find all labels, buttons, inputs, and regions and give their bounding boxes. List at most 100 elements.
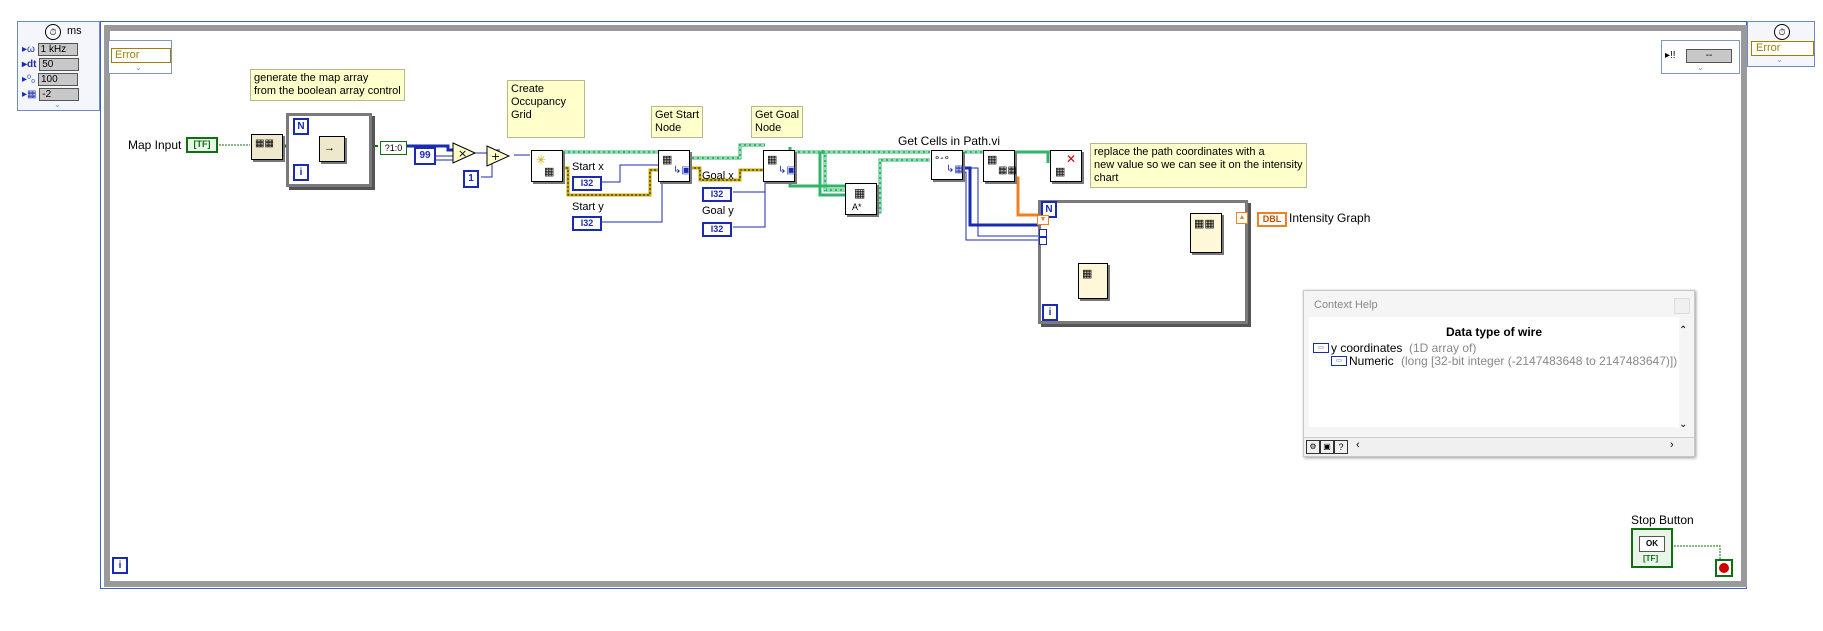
start-x-terminal[interactable]: I32 <box>572 176 602 191</box>
note-start-node: Get Start Node <box>651 106 704 138</box>
wire-stop <box>1671 545 1721 565</box>
add-node[interactable]: + <box>486 145 510 167</box>
scroll-up-icon[interactable]: ⌃ <box>1679 325 1687 336</box>
scroll-down-icon[interactable]: ⌄ <box>1679 419 1687 430</box>
bool-to-int-node[interactable]: ?1:0 <box>380 141 407 155</box>
close-icon: ✕ <box>1066 152 1077 166</box>
wire-dbl-1 <box>1010 176 1038 217</box>
wire-goaly <box>733 175 766 228</box>
tf-text: TF <box>196 139 208 149</box>
index-icon: → <box>324 142 335 154</box>
help-line1-name: y coordinates <box>1331 341 1403 355</box>
close-button[interactable] <box>1674 298 1690 314</box>
astar-icon: A* <box>852 202 862 212</box>
lock-icon[interactable]: ⚙ <box>1306 440 1320 454</box>
goal-y-terminal[interactable]: I32 <box>702 222 732 237</box>
node-icon: ↳▣ <box>673 165 691 176</box>
array-icon: ▦▦ <box>255 138 274 149</box>
stop-button-label: Stop Button <box>1631 513 1694 527</box>
shift-register-right[interactable]: ▲ <box>1236 212 1248 224</box>
tf-badge: [TF] <box>1643 554 1659 563</box>
map-input-terminal[interactable]: [TF] <box>186 137 218 153</box>
help-line2-name: Numeric <box>1349 354 1394 368</box>
auto-index-tunnel <box>1039 237 1047 245</box>
array-size-vi[interactable]: ▦▦ <box>251 134 283 160</box>
start-y-terminal[interactable]: I32 <box>572 216 602 231</box>
goal-x-terminal[interactable]: I32 <box>702 187 732 202</box>
get-cells-label: Get Cells in Path.vi <box>898 134 1001 148</box>
ok-text: OK <box>1646 539 1658 548</box>
path-icon: ∘-∘ <box>934 153 950 164</box>
array-type-icon: ▭ <box>1313 343 1329 353</box>
index-array-vi[interactable]: → <box>319 136 345 162</box>
get-cells-in-path-vi[interactable]: ∘-∘ ↳▦ <box>931 150 964 180</box>
array-icon: ▦▦ <box>1194 218 1215 230</box>
dbl-text: DBL <box>1262 214 1282 224</box>
intensity-graph-label: Intensity Graph <box>1289 211 1371 225</box>
wire-class-2b <box>689 144 765 159</box>
help-line1-type: (1D array of) <box>1409 341 1477 355</box>
numeric-type-icon: ▭ <box>1331 356 1347 366</box>
map-input-label: Map Input <box>128 138 182 152</box>
help-content: Data type of wire ▭ y coordinates (1D ar… <box>1309 317 1679 427</box>
grid-icon: ▦ <box>854 186 866 200</box>
auto-index-tunnel <box>1039 229 1047 237</box>
loop-index-terminal[interactable]: i <box>293 164 309 181</box>
multiply-node[interactable]: × <box>452 142 476 164</box>
context-help-title: Context Help <box>1314 299 1378 311</box>
goal-y-label: Goal y <box>702 205 734 217</box>
constant-99[interactable]: 99 <box>414 147 436 165</box>
goal-x-label: Goal x <box>702 170 734 182</box>
help-toolbar: ⚙ ▣ ? ‹ › <box>1304 437 1694 456</box>
wire-node <box>821 150 825 154</box>
constant-1[interactable]: 1 <box>463 170 479 188</box>
ok-button-face: OK <box>1639 536 1665 552</box>
for-loop-1[interactable]: N i → <box>286 113 372 187</box>
stop-icon <box>1719 563 1729 573</box>
wire-class-2 <box>689 143 765 160</box>
grid-to-array-vi[interactable]: ▦ ▦▦ <box>983 150 1017 182</box>
grid-icon: ▦ <box>987 154 998 166</box>
node-icon: ↳▣ <box>778 165 796 176</box>
grid-icon: ▦ <box>544 166 555 178</box>
loop-stop-condition[interactable] <box>1715 559 1733 577</box>
start-y-label: Start y <box>572 201 604 213</box>
detail-icon[interactable]: ▣ <box>1320 440 1334 454</box>
note-replace: replace the path coordinates with a new … <box>1090 143 1307 188</box>
loop-index-terminal[interactable]: i <box>1042 304 1058 321</box>
close-grid-vi[interactable]: ✕ ▦ <box>1050 150 1082 182</box>
grid-icon: ▦ <box>767 154 778 166</box>
note-occupancy: Create Occupancy Grid <box>507 80 585 138</box>
wire-path-y2 <box>962 171 1040 241</box>
astar-vi[interactable]: ▦ A* <box>845 183 877 215</box>
tf-text: TF <box>1645 554 1656 563</box>
get-start-node-vi[interactable]: ▦ ↳▣ <box>658 150 691 182</box>
grid-icon: ▦ <box>1055 166 1066 178</box>
note-goal-node: Get Goal Node <box>751 106 804 138</box>
wire-class-8 <box>1010 150 1050 163</box>
array-icon: ▦▦ <box>998 165 1017 176</box>
grid-icon: ▦ <box>662 154 673 166</box>
replace-subset-vi[interactable]: ▦▦ <box>1190 213 1222 253</box>
loop-count-terminal[interactable]: N <box>293 118 309 135</box>
multiply-icon: × <box>458 147 467 160</box>
help-icon[interactable]: ? <box>1334 440 1348 454</box>
grid-icon: ↳▦ <box>946 164 964 175</box>
start-x-label: Start x <box>572 161 604 173</box>
plus-icon: + <box>491 150 500 163</box>
help-line2-type: (long [32-bit integer (-2147483648 to 21… <box>1401 354 1678 368</box>
array-icon: ▦ <box>1082 268 1093 280</box>
note-map: generate the map array from the boolean … <box>250 69 405 101</box>
index-array-vi[interactable]: ▦ <box>1078 263 1108 299</box>
create-occupancy-grid-vi[interactable]: ✳ ▦ <box>531 150 563 182</box>
stop-button-terminal[interactable]: OK [TF] <box>1631 528 1673 568</box>
intensity-graph-terminal[interactable]: DBL <box>1257 212 1287 227</box>
for-loop-2[interactable]: N i ▼ ▦ ▦▦ <box>1037 200 1248 324</box>
get-goal-node-vi[interactable]: ▦ ↳▣ <box>763 150 796 182</box>
bool-to-int-text: ?1:0 <box>384 143 403 153</box>
context-help-window[interactable]: Context Help Data type of wire ▭ y coord… <box>1303 290 1695 457</box>
help-heading: Data type of wire <box>1445 325 1543 339</box>
scroll-right-icon[interactable]: › <box>1670 439 1674 451</box>
shift-register-left[interactable]: ▼ <box>1037 215 1049 225</box>
scroll-left-icon[interactable]: ‹ <box>1356 439 1360 451</box>
